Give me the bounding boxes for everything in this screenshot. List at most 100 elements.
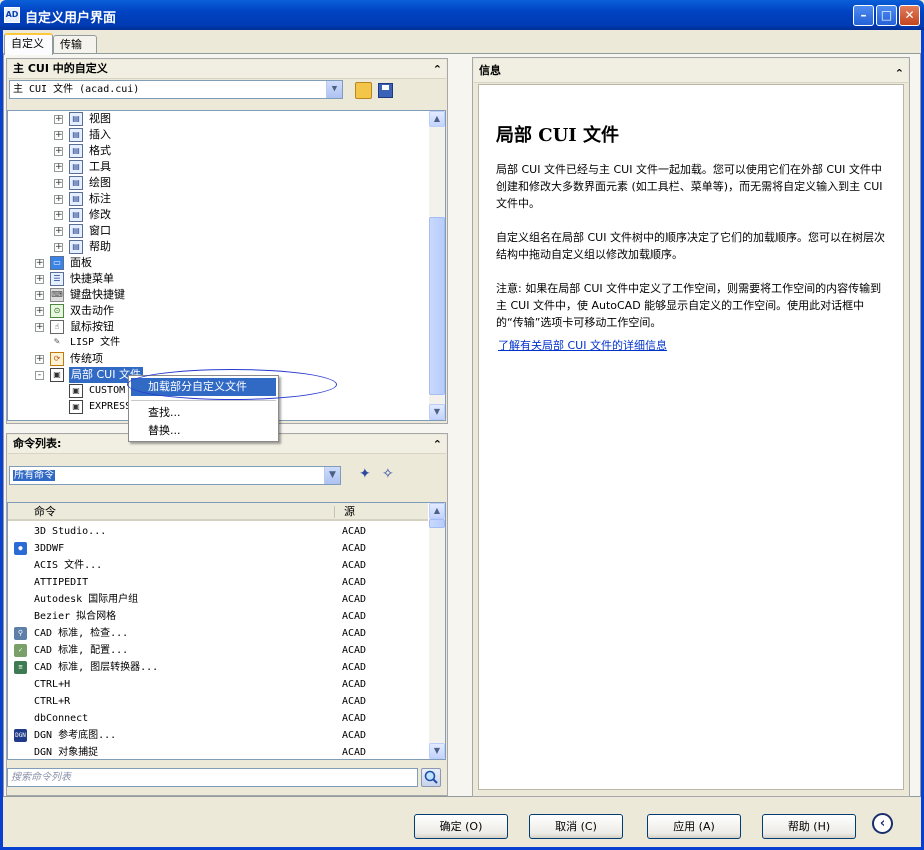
info-paragraph: 自定义组名在局部 CUI 文件树中的顺序决定了它们的加载顺序。您可以在树层次结构… <box>496 231 885 261</box>
table-row[interactable]: Bezier 拟合网格 ACAD <box>8 608 428 625</box>
minimize-button[interactable]: – <box>853 5 874 26</box>
create-command-icon[interactable]: ✦ <box>359 466 371 482</box>
tab-customize[interactable]: 自定义 <box>4 33 53 55</box>
table-row[interactable]: CTRL+H ACAD <box>8 676 428 693</box>
expand-icon[interactable]: + <box>54 179 63 188</box>
info-heading: 局部 CUI 文件 <box>496 125 619 146</box>
table-row[interactable]: ATTIPEDIT ACAD <box>8 574 428 591</box>
highlight-ellipse <box>127 369 337 400</box>
expand-icon[interactable]: + <box>54 243 63 252</box>
double-click-icon: ⊙ <box>50 304 64 318</box>
collapse-icon[interactable]: ⌃ <box>433 61 442 79</box>
scroll-up-icon[interactable]: ▲ <box>429 111 445 127</box>
cancel-button[interactable]: 取消 (C) <box>529 814 623 839</box>
scroll-down-icon[interactable]: ▼ <box>429 743 445 759</box>
toolbar-icon: ▤ <box>69 224 83 238</box>
command-search-input[interactable]: 搜索命令列表 <box>7 768 418 787</box>
chevron-left-icon[interactable]: ‹ <box>872 813 893 834</box>
expand-icon[interactable]: + <box>54 227 63 236</box>
collapse-node-icon[interactable]: - <box>35 371 44 380</box>
collapse-icon[interactable]: ⌃ <box>433 436 442 454</box>
expand-icon[interactable]: + <box>54 195 63 204</box>
autocad-icon: AD <box>4 7 20 23</box>
apply-button[interactable]: 应用 (A) <box>647 814 741 839</box>
expand-icon[interactable]: + <box>54 115 63 124</box>
table-row[interactable]: DGN 对象捕捉 ACAD <box>8 744 428 759</box>
command-name: CTRL+H <box>34 679 71 690</box>
window-title: 自定义用户界面 <box>25 11 117 26</box>
toolbar-icon: ▤ <box>69 144 83 158</box>
table-row[interactable]: ● 3DDWF ACAD <box>8 540 428 557</box>
command-source: ACAD <box>342 611 367 622</box>
tree-node-label: 绘图 <box>89 176 111 189</box>
table-row[interactable]: ACIS 文件... ACAD <box>8 557 428 574</box>
tree-node-label: 视图 <box>89 112 111 125</box>
table-scrollbar[interactable]: ▲ ▼ <box>429 503 445 759</box>
scroll-thumb[interactable] <box>429 519 445 528</box>
menu-item-replace[interactable]: 替换... <box>131 422 276 440</box>
legacy-icon: ⟳ <box>50 352 64 366</box>
help-button[interactable]: 帮助 (H) <box>762 814 856 839</box>
open-file-icon[interactable] <box>355 82 372 99</box>
table-row[interactable]: ≡ CAD 标准, 图层转换器... ACAD <box>8 659 428 676</box>
chevron-down-icon[interactable]: ▼ <box>324 467 340 484</box>
command-source: ACAD <box>342 730 367 741</box>
expand-icon[interactable]: + <box>54 147 63 156</box>
save-icon[interactable] <box>378 83 393 98</box>
delete-command-icon[interactable]: ✧ <box>382 466 394 482</box>
expand-icon[interactable]: + <box>54 163 63 172</box>
expand-icon[interactable]: + <box>35 307 44 316</box>
tree-scrollbar[interactable]: ▲ ▼ <box>429 111 445 420</box>
table-row[interactable]: DGN DGN 参考底图... ACAD <box>8 727 428 744</box>
panel-icon: ▭ <box>50 256 64 270</box>
command-filter-combo[interactable]: 所有命令 ▼ <box>9 466 341 485</box>
tree-node-label: 工具 <box>89 160 111 173</box>
chevron-down-icon[interactable]: ▼ <box>326 81 342 98</box>
table-row[interactable]: ⚲ CAD 标准, 检查... ACAD <box>8 625 428 642</box>
search-button[interactable] <box>421 768 441 787</box>
cui-file-combo[interactable]: 主 CUI 文件 (acad.cui) ▼ <box>9 80 343 99</box>
collapse-icon[interactable]: ⌃ <box>895 62 904 86</box>
tree-node-label: LISP 文件 <box>70 337 121 348</box>
command-source: ACAD <box>342 526 367 537</box>
table-row[interactable]: Autodesk 国际用户组 ACAD <box>8 591 428 608</box>
expand-icon[interactable]: + <box>35 323 44 332</box>
tree-node-label: 面板 <box>70 256 92 269</box>
tab-transfer[interactable]: 传输 <box>53 35 97 54</box>
close-button[interactable]: ✕ <box>899 5 920 26</box>
maximize-button[interactable]: □ <box>876 5 897 26</box>
scroll-up-icon[interactable]: ▲ <box>429 503 445 519</box>
menu-item-find[interactable]: 查找... <box>131 404 276 422</box>
command-source: ACAD <box>342 628 367 639</box>
scroll-thumb[interactable] <box>429 217 445 395</box>
column-command[interactable]: 命令 <box>34 503 56 521</box>
keyboard-icon: ⌨ <box>50 288 64 302</box>
ok-button[interactable]: 确定 (O) <box>414 814 508 839</box>
expand-icon[interactable]: + <box>35 291 44 300</box>
column-divider[interactable] <box>334 506 335 518</box>
learn-more-link[interactable]: 了解有关局部 CUI 文件的详细信息 <box>498 337 667 353</box>
tree-node-label: 插入 <box>89 128 111 141</box>
scroll-down-icon[interactable]: ▼ <box>429 404 445 420</box>
expand-icon[interactable]: + <box>54 211 63 220</box>
command-list-title: 命令列表: <box>13 437 62 450</box>
table-row[interactable]: dbConnect ACAD <box>8 710 428 727</box>
expand-icon[interactable]: + <box>35 275 44 284</box>
table-row[interactable]: 3D Studio... ACAD <box>8 523 428 540</box>
3ddwf-icon: ● <box>14 542 27 555</box>
tree-node-label: 格式 <box>89 144 111 157</box>
command-source: ACAD <box>342 662 367 673</box>
table-row[interactable]: CTRL+R ACAD <box>8 693 428 710</box>
table-row[interactable]: ✓ CAD 标准, 配置... ACAD <box>8 642 428 659</box>
column-source[interactable]: 源 <box>344 503 355 521</box>
expand-icon[interactable]: + <box>54 131 63 140</box>
toolbar-icon: ▤ <box>69 240 83 254</box>
tree-node-label: CUSTOM <box>89 385 126 396</box>
expand-icon[interactable]: + <box>35 259 44 268</box>
expand-icon[interactable]: + <box>35 355 44 364</box>
table-header: 命令 源 <box>8 503 428 521</box>
menu-separator <box>131 400 276 401</box>
command-name: CAD 标准, 配置... <box>34 645 129 656</box>
command-name: 3D Studio... <box>34 526 107 537</box>
command-name: DGN 对象捕捉 <box>34 747 99 758</box>
